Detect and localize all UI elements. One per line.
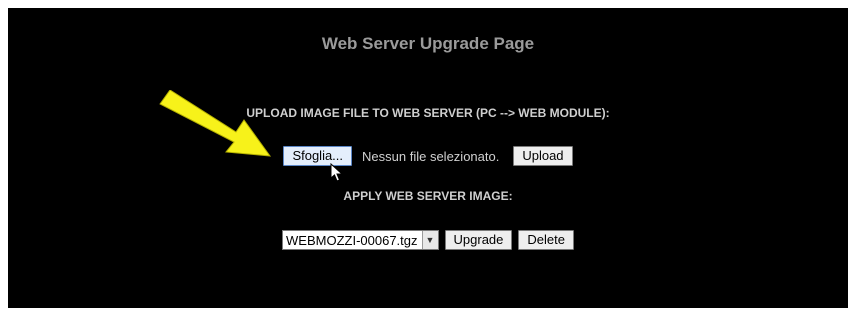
page-title: Web Server Upgrade Page xyxy=(321,34,535,53)
upload-row: Sfoglia... Nessun file selezionato. Uplo… xyxy=(8,146,848,166)
upgrade-panel: Web Server Upgrade Page UPLOAD IMAGE FIL… xyxy=(8,8,848,308)
upgrade-button[interactable]: Upgrade xyxy=(444,230,513,250)
apply-row: WEBMOZZI-00067.tgz ▼ Upgrade Delete xyxy=(8,230,848,250)
chevron-down-icon[interactable]: ▼ xyxy=(421,231,438,249)
apply-section-label: APPLY WEB SERVER IMAGE: xyxy=(343,189,513,203)
delete-button[interactable]: Delete xyxy=(518,230,574,250)
yellow-arrow-icon xyxy=(159,90,272,157)
file-status-text: Nessun file selezionato. xyxy=(362,148,500,164)
upload-section-label: UPLOAD IMAGE FILE TO WEB SERVER (PC --> … xyxy=(246,106,610,120)
mouse-pointer-icon xyxy=(330,163,344,182)
image-select-value: WEBMOZZI-00067.tgz xyxy=(286,233,418,248)
image-select[interactable]: WEBMOZZI-00067.tgz ▼ xyxy=(282,230,439,250)
upload-button[interactable]: Upload xyxy=(513,146,573,166)
